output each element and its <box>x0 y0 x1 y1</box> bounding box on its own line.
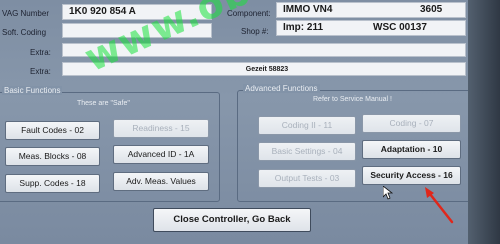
screen-bezel <box>468 0 500 244</box>
annotation-arrow-icon <box>425 187 454 224</box>
vcds-controller-window: VAG Number 1K0 920 854 A Component: IMMO… <box>0 0 500 244</box>
mouse-cursor-icon <box>383 186 393 200</box>
